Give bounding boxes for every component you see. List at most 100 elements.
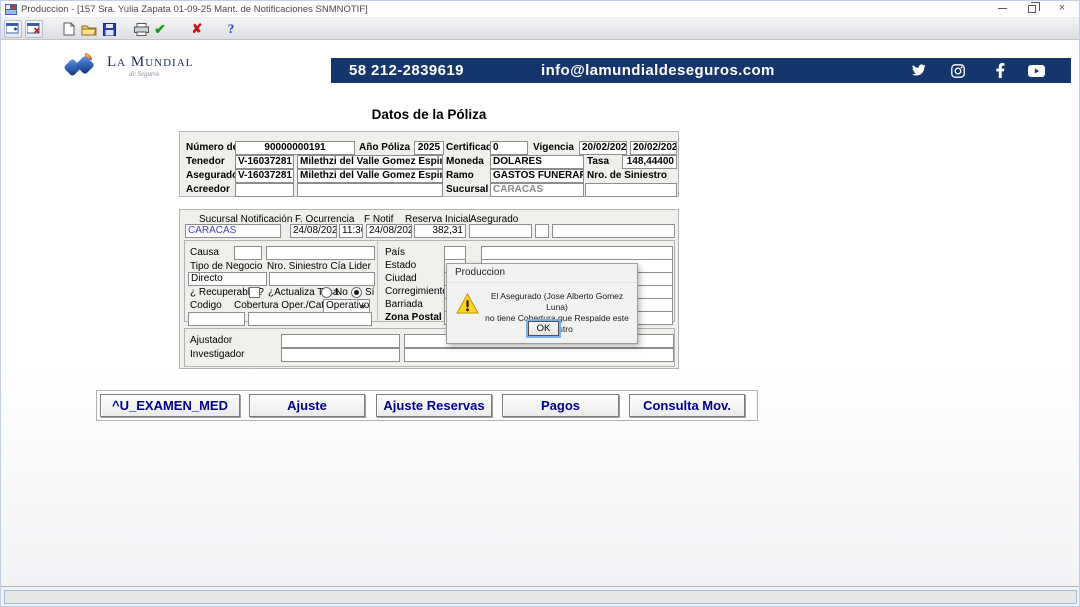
nro-siniestro-field[interactable] (585, 183, 677, 197)
f-ocurrencia-field[interactable]: 24/08/2025 (290, 224, 337, 238)
new-document-icon (63, 22, 75, 36)
warning-icon (456, 293, 479, 314)
causa-descripcion-field[interactable] (266, 246, 375, 260)
estado-label: Estado (385, 260, 416, 271)
causa-codigo-field[interactable] (234, 246, 262, 260)
tenedor-id-field[interactable]: V-16037281 (235, 155, 294, 169)
acreedor-id-field[interactable] (235, 183, 294, 197)
confirm-button[interactable]: ✔ (151, 20, 169, 38)
brand-name: La Mundial (107, 54, 193, 71)
consulta-mov-button[interactable]: Consulta Mov. (629, 394, 745, 417)
vigencia-hasta-field[interactable]: 20/02/2026 (630, 141, 677, 155)
pais-label: País (385, 247, 405, 258)
nro-siniestro-cia-field[interactable] (269, 272, 375, 286)
tipo-negocio-label: Tipo de Negocio (190, 261, 262, 272)
moneda-field[interactable]: DOLARES (490, 155, 584, 169)
reserva-inicial-field[interactable]: 382,31 (414, 224, 466, 238)
status-bar (4, 590, 1077, 604)
record-add-icon (6, 23, 20, 36)
ramo-field[interactable]: GASTOS FUNERARIO (490, 169, 584, 183)
open-button[interactable] (80, 20, 98, 38)
open-folder-icon (81, 23, 97, 36)
examen-med-button[interactable]: ^U_EXAMEN_MED (100, 394, 240, 417)
close-icon: × (1059, 2, 1065, 14)
causa-label: Causa (190, 247, 219, 258)
f-notif-field[interactable]: 24/08/2025 (366, 224, 412, 238)
record-add-button[interactable] (4, 20, 22, 38)
nro-siniestro-cia-label: Nro. Siniestro Cía Lider (267, 261, 371, 272)
action-button-bar: ^U_EXAMEN_MED Ajuste Ajuste Reservas Pag… (96, 390, 758, 421)
codigo-label: Codigo (190, 300, 222, 311)
pais-field[interactable] (481, 246, 673, 260)
numero-label: Número de (186, 142, 238, 153)
brand-tagline: de Seguros (129, 70, 160, 78)
pais-codigo-field[interactable] (444, 246, 466, 260)
tasa-field[interactable]: 148,44400 (622, 155, 677, 169)
warning-dialog: Produccion El Asegurado (Jose Alberto Go… (446, 263, 638, 344)
codigo-field[interactable] (188, 312, 245, 326)
cobertura-tipo-dropdown[interactable]: Operativo (323, 299, 370, 313)
phone-number: 58 212-2839619 (349, 62, 464, 79)
actualiza-tasa-si-radio[interactable] (351, 287, 362, 298)
app-window: Produccion - [157 Sra. Yulia Zapata 01-0… (0, 0, 1080, 607)
print-icon (134, 23, 149, 36)
acreedor-label: Acreedor (186, 184, 230, 195)
moneda-label: Moneda (446, 156, 484, 167)
asegurado-nombre-notif-field[interactable] (552, 224, 675, 238)
vigencia-desde-field[interactable]: 20/02/2025 (579, 141, 627, 155)
dialog-title: Produccion (455, 267, 505, 278)
pagos-button[interactable]: Pagos (502, 394, 619, 417)
certificado-field[interactable]: 0 (490, 141, 528, 155)
sucursal-field[interactable]: CARACAS (490, 183, 584, 197)
asegurado-label: Asegurado (186, 170, 238, 181)
anio-poliza-label: Año Póliza (359, 142, 410, 153)
help-button[interactable]: ? (222, 20, 240, 38)
minimize-button[interactable] (987, 1, 1017, 17)
ciudad-label: Ciudad (385, 273, 417, 284)
instagram-icon[interactable] (949, 62, 967, 79)
save-icon (103, 23, 116, 36)
ajustador-label: Ajustador (190, 335, 232, 346)
tasa-label: Tasa (587, 156, 609, 167)
tenedor-nombre-field[interactable]: Milethzi del Valle Gomez Espinoz (297, 155, 443, 169)
asegurado-nombre-field[interactable]: Milethzi del Valle Gomez Espinoz (297, 169, 443, 183)
twitter-icon[interactable] (909, 62, 927, 79)
zona-postal-label: Zona Postal (385, 312, 442, 323)
email-address[interactable]: info@lamundialdeseguros.com (541, 62, 775, 79)
confirm-check-icon: ✔ (154, 21, 166, 38)
actualiza-tasa-no-radio[interactable] (321, 287, 332, 298)
tipo-negocio-field[interactable]: Directo (188, 272, 267, 286)
ajuste-reservas-button[interactable]: Ajuste Reservas (376, 394, 492, 417)
hora-ocurrencia-field[interactable]: 11:36 (339, 224, 363, 238)
help-icon: ? (228, 21, 235, 37)
ok-button[interactable]: OK (528, 321, 559, 336)
investigador-nombre-field[interactable] (404, 348, 674, 362)
record-delete-button[interactable] (25, 20, 43, 38)
restore-button[interactable] (1017, 1, 1047, 17)
asegurado-tipo-field[interactable] (535, 224, 549, 238)
close-button[interactable]: × (1047, 1, 1077, 17)
la-mundial-logo-icon (61, 49, 107, 81)
youtube-icon[interactable] (1027, 62, 1045, 79)
acreedor-nombre-field[interactable] (297, 183, 443, 197)
corregimiento-label: Corregimiento (385, 286, 448, 297)
recuperable-checkbox[interactable] (249, 287, 260, 298)
ajustador-codigo-field[interactable] (281, 334, 400, 348)
page-title: Datos de la Póliza (179, 107, 679, 122)
save-button[interactable] (100, 20, 118, 38)
investigador-codigo-field[interactable] (281, 348, 400, 362)
asegurado-codigo-field[interactable] (469, 224, 532, 238)
new-button[interactable] (60, 20, 78, 38)
sucursal-notificacion-field[interactable]: CARACAS (185, 224, 281, 238)
anio-poliza-field[interactable]: 2025 (414, 141, 444, 155)
facebook-icon[interactable] (991, 62, 1009, 79)
sucursal-label: Sucursal (446, 184, 488, 195)
print-button[interactable] (132, 20, 150, 38)
asegurado-id-field[interactable]: V-16037281 (235, 169, 294, 183)
numero-poliza-field[interactable]: 90000000191 (235, 141, 355, 155)
contact-bar: 58 212-2839619 info@lamundialdeseguros.c… (331, 58, 1071, 83)
ajuste-button[interactable]: Ajuste (249, 394, 365, 417)
cancel-button[interactable]: ✘ (188, 20, 206, 38)
cobertura-codigo-field[interactable] (248, 312, 372, 326)
actualiza-tasa-no-label: No (335, 287, 348, 298)
